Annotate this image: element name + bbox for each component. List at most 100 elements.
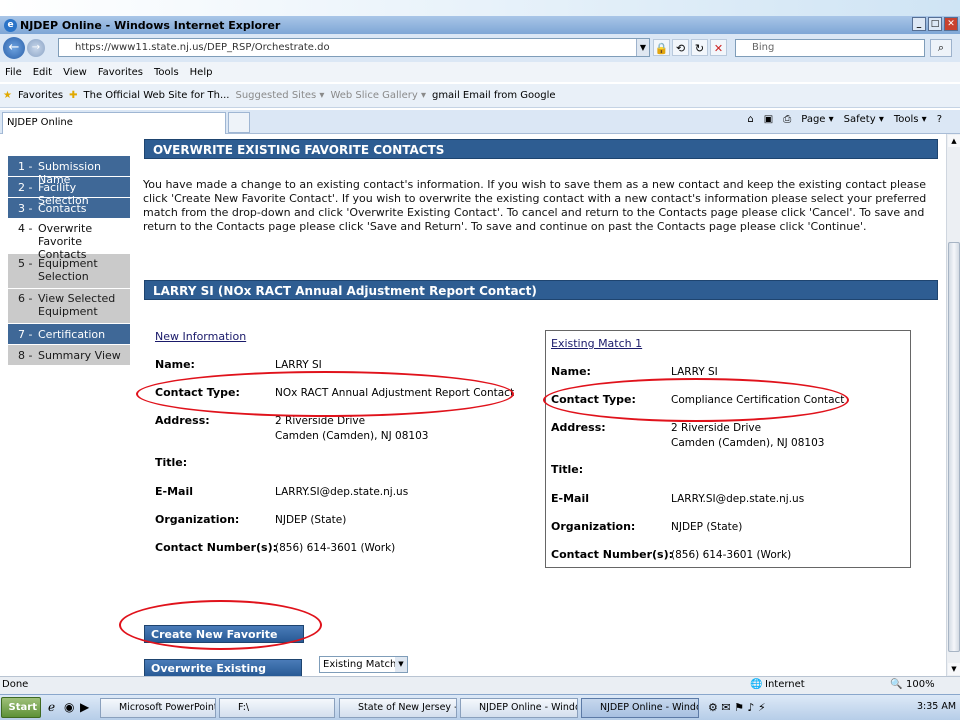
existing-contact-numbers-label: Contact Number(s): [551,548,674,561]
select-value: Existing Match 1 [323,659,406,670]
chevron-down-icon: ▼ [395,657,407,672]
existing-contact-number-value: (856) 614-3601 (Work) [671,549,792,561]
scroll-down-icon[interactable]: ▼ [948,663,960,675]
quicklaunch-ie-icon[interactable]: ℯ [48,700,55,714]
tab-njdep-online[interactable]: NJDEP Online [2,112,226,134]
sidebar-item-summary-view[interactable]: 8 - Summary View [8,345,130,366]
quicklaunch-browser-icon[interactable]: ◉ [64,700,74,714]
existing-name-label: Name: [551,365,591,378]
existing-organization-value: NJDEP (State) [671,521,743,533]
lock-icon[interactable]: 🔒 [653,39,670,56]
home-icon[interactable]: ⌂ [747,114,753,125]
print-icon[interactable]: ⎙ [783,114,791,125]
tools-menu[interactable]: Tools ▾ [894,114,927,125]
sidebar-item-equipment-selection[interactable]: 5 - Equipment Selection [8,254,130,289]
fav-gmail[interactable]: gmail Email from Google [432,90,556,101]
status-text: Done [2,679,29,690]
start-button[interactable]: Start [1,697,41,718]
new-contact-numbers-label: Contact Number(s): [155,541,278,554]
globe-icon: 🌐 [750,679,763,690]
fav-suggested-sites[interactable]: Suggested Sites ▾ [235,90,324,101]
menu-help[interactable]: Help [190,67,213,78]
url-dropdown-icon[interactable]: ▼ [636,39,649,56]
search-input[interactable]: Bing [735,39,925,57]
tray-icons[interactable]: ⚙ ✉ ⚑ ♪ ⚡ [708,701,766,714]
task-powerpoint[interactable]: Microsoft PowerPoint - [... [100,698,216,718]
overwrite-existing-contact-button[interactable]: Overwrite Existing Contact [144,659,302,676]
step-navigation: 1 - Submission Name 2 - Facility Selection… [8,156,130,366]
new-address-label: Address: [155,414,210,427]
task-njdep-online-1[interactable]: NJDEP Online - Windows... [460,698,578,718]
existing-match-select[interactable]: Existing Match 1 ▼ [319,656,408,673]
add-favorite-icon[interactable]: ✚ [69,90,77,101]
menu-file[interactable]: File [5,67,22,78]
favorites-button[interactable]: Favorites [18,90,63,101]
existing-address-label: Address: [551,421,606,434]
menu-edit[interactable]: Edit [33,67,52,78]
search-icon[interactable]: ⌕ [930,39,952,57]
forward-button[interactable]: → [27,39,45,57]
task-state-of-new-jersey[interactable]: State of New Jersey - W... [339,698,457,718]
new-address-line2: Camden (Camden), NJ 08103 [275,430,429,442]
help-icon[interactable]: ? [937,114,942,125]
new-email-value: LARRY.SI@dep.state.nj.us [275,486,409,498]
sidebar-item-facility-selection[interactable]: 2 - Facility Selection [8,177,130,207]
new-tab-button[interactable] [228,112,250,133]
minimize-button[interactable]: _ [912,17,926,31]
task-explorer-f[interactable]: F:\ [219,698,335,718]
page-menu[interactable]: Page ▾ [801,114,833,125]
window-titlebar: e NJDEP Online - Windows Internet Explor… [0,16,960,34]
annotation-ellipse-new-contact-type [136,371,514,417]
zoom-icon: 🔍 [890,679,903,690]
zoom-level[interactable]: 100% [906,679,935,690]
clock[interactable]: 3:35 AM [917,701,956,712]
page-viewport: 1 - Submission Name 2 - Facility Selection… [0,134,946,676]
refresh-icon[interactable]: ↻ [691,39,708,56]
safety-menu[interactable]: Safety ▾ [844,114,884,125]
new-contact-number-value: (856) 614-3601 (Work) [275,542,396,554]
window-title: NJDEP Online - Windows Internet Explorer [20,18,281,32]
new-organization-value: NJDEP (State) [275,514,347,526]
existing-match-link[interactable]: Existing Match 1 [551,337,642,350]
menu-bar: File Edit View Favorites Tools Help [0,62,960,82]
url-field[interactable]: https://www11.state.nj.us/DEP_RSP/Orches… [58,38,650,57]
new-name-label: Name: [155,358,195,371]
quicklaunch-media-icon[interactable]: ▶ [80,700,89,714]
menu-tools[interactable]: Tools [154,67,179,78]
new-title-label: Title: [155,456,188,469]
scroll-up-icon[interactable]: ▲ [948,135,960,147]
tab-label: NJDEP Online [7,117,73,128]
vertical-scrollbar[interactable]: ▲ ▼ [946,134,960,676]
sidebar-item-contacts[interactable]: 3 - Contacts [8,198,130,219]
task-njdep-online-2[interactable]: NJDEP Online - Windo... [581,698,699,718]
address-bar: ← → https://www11.state.nj.us/DEP_RSP/Or… [0,34,960,62]
sidebar-item-overwrite-favorite-contacts[interactable]: 4 - Overwrite Favorite Contacts [8,219,130,261]
new-name-value: LARRY SI [275,359,322,371]
sidebar-item-view-selected-equipment[interactable]: 6 - View Selected Equipment [8,289,130,324]
menu-view[interactable]: View [63,67,87,78]
favorites-bar: ★ Favorites ✚ The Official Web Site for … [0,84,960,108]
contact-header: LARRY SI (NOx RACT Annual Adjustment Rep… [144,280,938,300]
fav-web-slice-gallery[interactable]: Web Slice Gallery ▾ [330,90,426,101]
feeds-icon[interactable]: ▣ [764,114,773,125]
close-button[interactable]: ✕ [944,17,958,31]
stop-icon[interactable]: ✕ [710,39,727,56]
existing-title-label: Title: [551,463,584,476]
existing-email-label: E-Mail [551,492,589,505]
annotation-ellipse-existing-contact-type [543,378,849,422]
fav-official-site[interactable]: The Official Web Site for Th... [84,90,230,101]
sidebar-item-submission-name[interactable]: 1 - Submission Name [8,156,130,186]
ie-logo-icon: e [4,18,17,32]
new-information-link[interactable]: New Information [155,330,246,343]
scroll-thumb[interactable] [948,242,960,652]
sidebar-item-certification[interactable]: 7 - Certification [8,324,130,345]
slide-background [0,0,960,16]
annotation-ellipse-create-button [119,600,322,650]
maximize-button[interactable]: □ [928,17,942,31]
tab-bar: NJDEP Online ⌂ ▣ ⎙ Page ▾ Safety ▾ Tools… [0,110,960,134]
menu-favorites[interactable]: Favorites [98,67,143,78]
compatibility-icon[interactable]: ⟲ [672,39,689,56]
star-icon: ★ [3,90,12,101]
back-button[interactable]: ← [3,37,25,59]
taskbar: Start ℯ ◉ ▶ Microsoft PowerPoint - [... … [0,694,960,720]
